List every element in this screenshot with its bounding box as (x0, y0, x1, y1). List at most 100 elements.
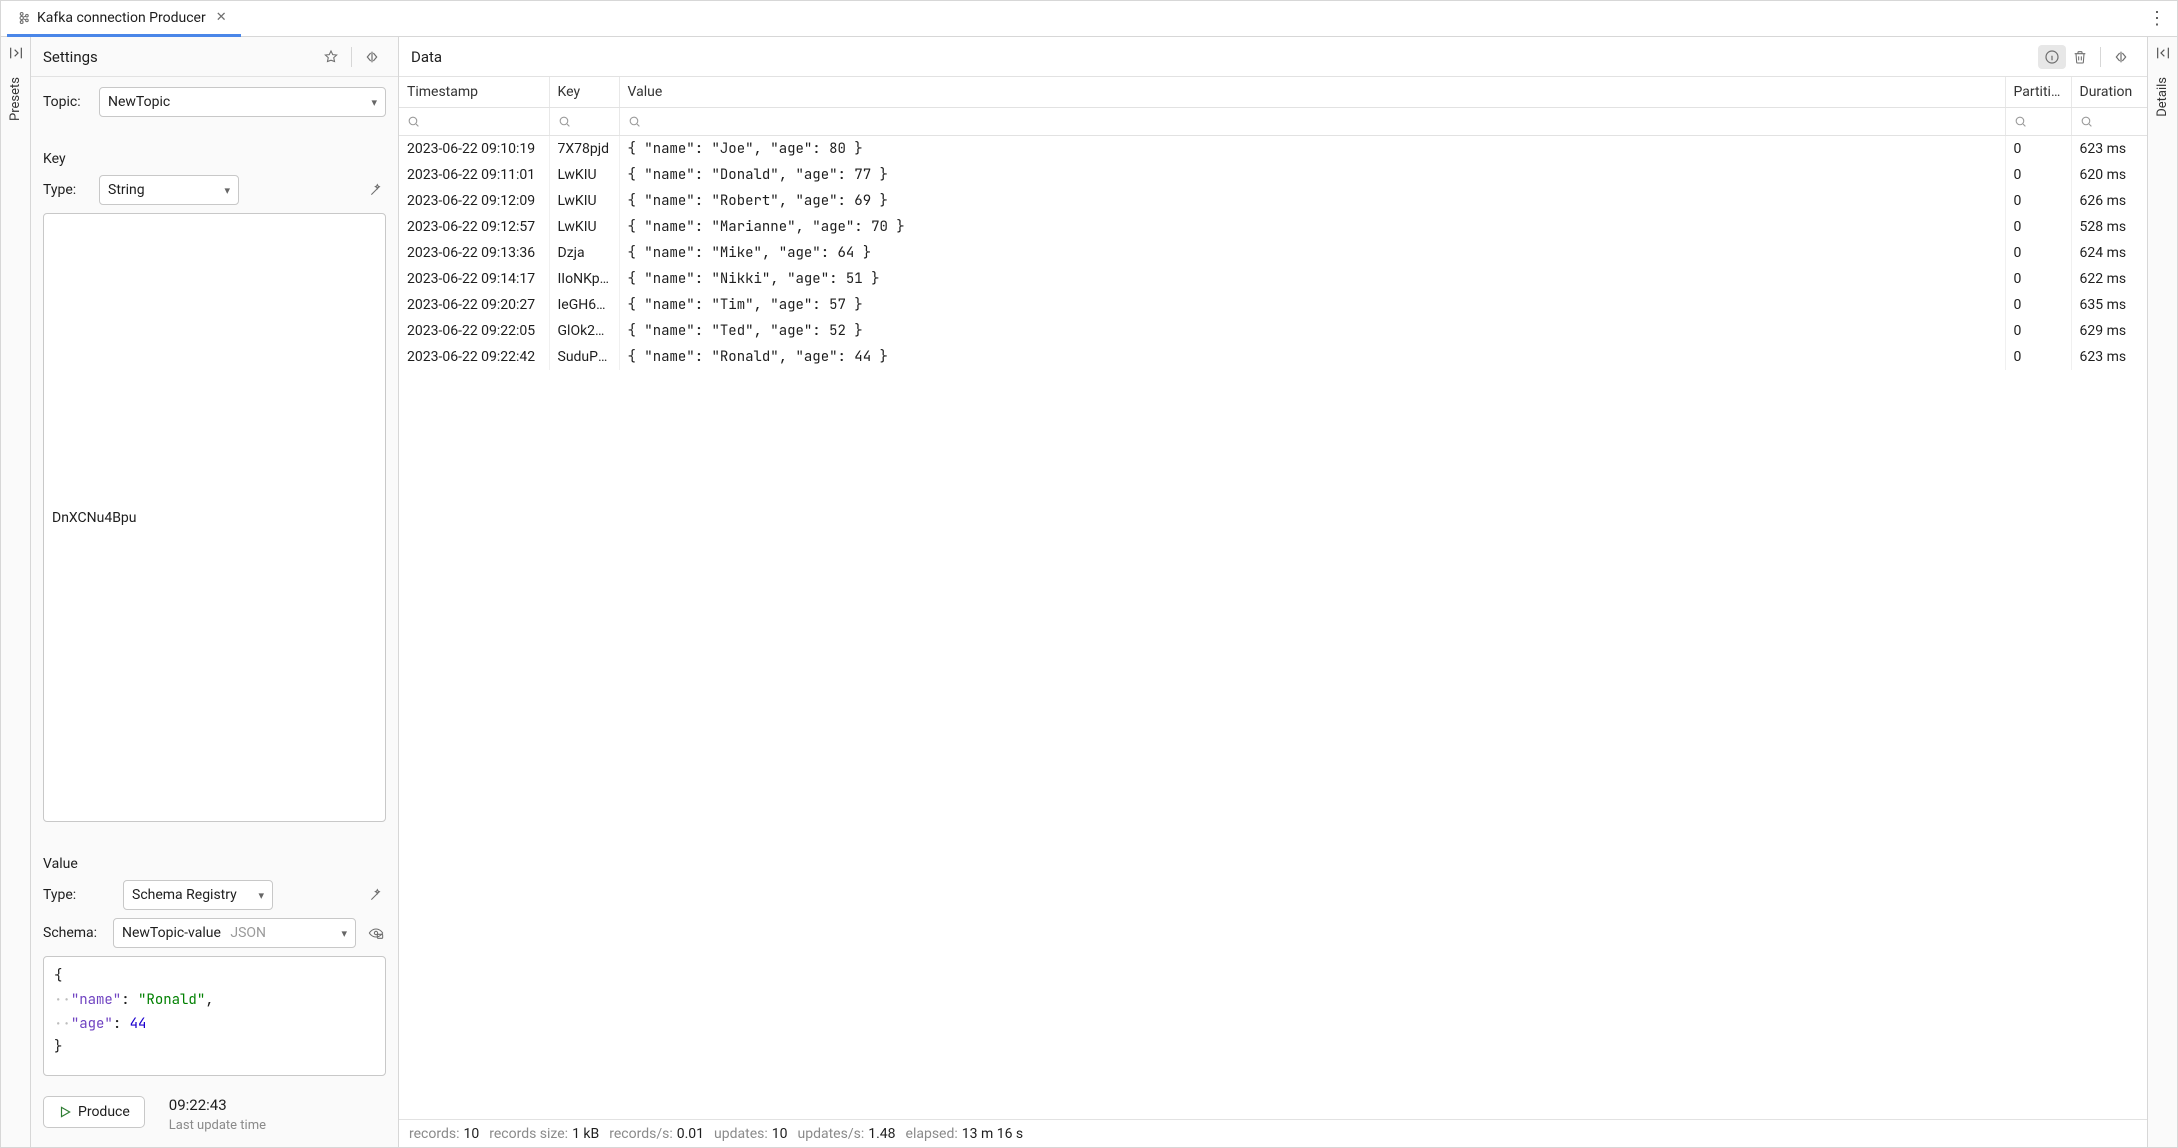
expand-left-icon[interactable] (2155, 45, 2171, 61)
cell-value: { "name": "Robert", "age": 69 } (619, 188, 2005, 214)
filter-row (399, 107, 2147, 135)
value-type-select[interactable]: Schema Registry ▾ (123, 880, 273, 910)
play-icon (58, 1105, 72, 1119)
filter-value[interactable] (619, 107, 2005, 135)
table-row[interactable]: 2023-06-22 09:12:09LwKIU{ "name": "Rober… (399, 188, 2147, 214)
table-row[interactable]: 2023-06-22 09:13:36Dzja{ "name": "Mike",… (399, 240, 2147, 266)
cell-value: { "name": "Joe", "age": 80 } (619, 135, 2005, 162)
cell-key: LwKIU (549, 162, 619, 188)
expand-right-icon[interactable] (8, 45, 24, 61)
chevron-down-icon: ▾ (371, 96, 377, 109)
table-row[interactable]: 2023-06-22 09:14:17IIoNKpor{ "name": "Ni… (399, 266, 2147, 292)
info-icon[interactable] (2038, 45, 2066, 69)
presets-rail: Presets (1, 37, 31, 1147)
produce-button[interactable]: Produce (43, 1096, 145, 1128)
kafka-icon (17, 11, 31, 25)
chevron-down-icon: ▾ (341, 927, 347, 940)
cell-key: SuduP7b4 (549, 344, 619, 370)
details-label[interactable]: Details (2155, 77, 2170, 117)
settings-panel: Settings Topic: NewTopic (31, 37, 399, 1147)
col-duration[interactable]: Duration (2071, 77, 2147, 107)
table-row[interactable]: 2023-06-22 09:22:42SuduP7b4{ "name": "Ro… (399, 344, 2147, 370)
records-label: records: (409, 1126, 459, 1142)
topic-select[interactable]: NewTopic ▾ (99, 87, 386, 117)
collapse-panel-icon[interactable] (358, 49, 386, 65)
cell-key: LwKIU (549, 188, 619, 214)
data-title: Data (411, 48, 2038, 66)
schema-preview-icon[interactable] (366, 925, 386, 941)
last-update-caption: Last update time (169, 1118, 266, 1133)
topic-value: NewTopic (108, 94, 170, 110)
records-value: 10 (463, 1126, 479, 1142)
more-menu-icon[interactable]: ⋮ (2143, 8, 2171, 29)
table-row[interactable]: 2023-06-22 09:12:57LwKIU{ "name": "Maria… (399, 214, 2147, 240)
cell-duration: 629 ms (2071, 318, 2147, 344)
cell-partition: 0 (2005, 240, 2071, 266)
value-section-title: Value (43, 856, 386, 872)
settings-header: Settings (31, 37, 398, 77)
presets-label[interactable]: Presets (8, 77, 23, 121)
filter-key[interactable] (549, 107, 619, 135)
elapsed-label: elapsed: (906, 1126, 958, 1142)
col-value[interactable]: Value (619, 77, 2005, 107)
schema-value: NewTopic-value (122, 925, 221, 941)
cell-key: IIoNKpor (549, 266, 619, 292)
cell-value: { "name": "Nikki", "age": 51 } (619, 266, 2005, 292)
separator (351, 47, 352, 67)
table-header-row: Timestamp Key Value Partition Duration (399, 77, 2147, 107)
editor-tab[interactable]: Kafka connection Producer ✕ (7, 2, 241, 37)
key-type-value: String (108, 182, 145, 198)
table-row[interactable]: 2023-06-22 09:10:197X78pjd{ "name": "Joe… (399, 135, 2147, 162)
topic-row: Topic: NewTopic ▾ (43, 87, 386, 117)
key-type-select[interactable]: String ▾ (99, 175, 239, 205)
magic-wand-icon[interactable] (366, 887, 386, 903)
filter-partition[interactable] (2005, 107, 2071, 135)
col-partition[interactable]: Partition (2005, 77, 2071, 107)
cell-value: { "name": "Mike", "age": 64 } (619, 240, 2005, 266)
star-icon[interactable] (317, 49, 345, 65)
cell-key: IeGH6zzitH (549, 292, 619, 318)
cell-duration: 623 ms (2071, 344, 2147, 370)
settings-body: Topic: NewTopic ▾ Key Type: String ▾ (31, 77, 398, 1086)
cell-partition: 0 (2005, 214, 2071, 240)
schema-select[interactable]: NewTopic-value JSON ▾ (113, 918, 356, 948)
cell-key: Dzja (549, 240, 619, 266)
key-type-label: Type: (43, 182, 89, 198)
cell-value: { "name": "Ted", "age": 52 } (619, 318, 2005, 344)
last-update-time: 09:22:43 (169, 1096, 266, 1114)
filter-timestamp[interactable] (399, 107, 549, 135)
main-body: Presets Settings Top (1, 37, 2177, 1147)
table-row[interactable]: 2023-06-22 09:11:01LwKIU{ "name": "Donal… (399, 162, 2147, 188)
cell-partition: 0 (2005, 135, 2071, 162)
cell-value: { "name": "Tim", "age": 57 } (619, 292, 2005, 318)
cell-timestamp: 2023-06-22 09:11:01 (399, 162, 549, 188)
cell-value: { "name": "Marianne", "age": 70 } (619, 214, 2005, 240)
records-per-s-label: records/s: (609, 1126, 672, 1142)
records-size-value: 1 kB (572, 1126, 599, 1142)
data-header: Data (399, 37, 2147, 77)
trash-icon[interactable] (2066, 49, 2094, 65)
cell-duration: 622 ms (2071, 266, 2147, 292)
cell-timestamp: 2023-06-22 09:12:57 (399, 214, 549, 240)
tab-bar: Kafka connection Producer ✕ ⋮ (1, 1, 2177, 37)
cell-duration: 623 ms (2071, 135, 2147, 162)
close-icon[interactable]: ✕ (212, 10, 231, 25)
details-rail: Details (2147, 37, 2177, 1147)
table-row[interactable]: 2023-06-22 09:20:27IeGH6zzitH{ "name": "… (399, 292, 2147, 318)
col-timestamp[interactable]: Timestamp (399, 77, 549, 107)
value-json-editor[interactable]: { ··"name": "Ronald", ··"age": 44 } (43, 956, 386, 1076)
key-input[interactable]: DnXCNu4Bpu (43, 213, 386, 822)
cell-partition: 0 (2005, 188, 2071, 214)
chevron-down-icon: ▾ (258, 889, 264, 902)
filter-duration[interactable] (2071, 107, 2147, 135)
collapse-panel-icon[interactable] (2107, 49, 2135, 65)
separator (2100, 47, 2101, 67)
cell-key: GlOk2pN9 (549, 318, 619, 344)
magic-wand-icon[interactable] (366, 182, 386, 198)
updates-per-s-label: updates/s: (798, 1126, 865, 1142)
table-row[interactable]: 2023-06-22 09:22:05GlOk2pN9{ "name": "Te… (399, 318, 2147, 344)
cell-timestamp: 2023-06-22 09:10:19 (399, 135, 549, 162)
col-key[interactable]: Key (549, 77, 619, 107)
cell-partition: 0 (2005, 162, 2071, 188)
key-type-row: Type: String ▾ (43, 175, 386, 205)
